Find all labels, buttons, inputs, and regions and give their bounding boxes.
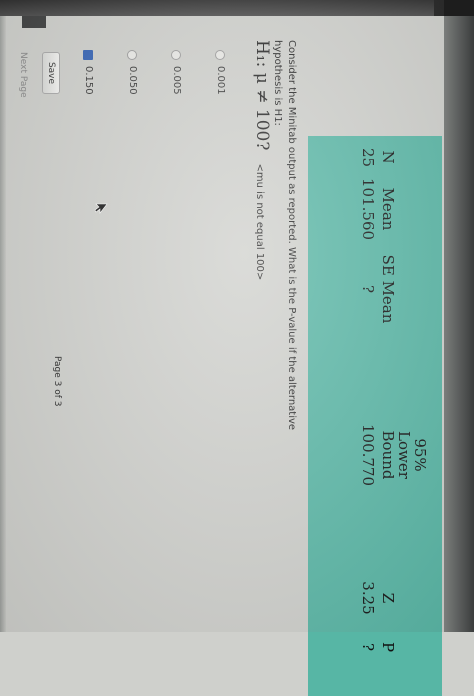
answer-option-2[interactable]: 0.005 (171, 50, 182, 95)
value-lower-bound: 100.770 (359, 423, 377, 487)
value-mean: 101.560 (359, 178, 377, 241)
hypothesis-line: H₁: μ ≠ 100? <mu is not equal 100> (252, 40, 272, 280)
mouse-cursor-icon (94, 203, 108, 214)
answer-option-3[interactable]: 0.050 (127, 50, 138, 95)
radio-button-selected[interactable] (83, 50, 94, 60)
stats-table-body: N Mean SE Mean 95% Lower Bound Z P 25 10… (308, 136, 442, 696)
hypothesis-note: <mu is not equal 100> (254, 163, 265, 281)
monitor-bezel-right (444, 0, 474, 632)
header-lower-line2: Lower (395, 431, 413, 479)
value-z: 3.25 (359, 581, 377, 615)
monitor-bezel-corner (434, 0, 474, 16)
value-n: 25 (359, 148, 377, 168)
value-p: ? (359, 642, 377, 652)
quiz-page: N Mean SE Mean 95% Lower Bound Z P 25 10… (6, 16, 444, 696)
value-se-mean: ? (359, 284, 377, 294)
minitab-output-table: N Mean SE Mean 95% Lower Bound Z P 25 10… (308, 136, 442, 696)
header-mean: Mean (379, 187, 397, 231)
hypothesis-math: H₁: μ ≠ 100? (252, 40, 272, 151)
answer-option-4[interactable]: 0.150 (83, 50, 94, 95)
header-lower-line3: Bound (379, 430, 397, 480)
page-edge (6, 16, 444, 32)
option-label: 0.001 (215, 66, 226, 95)
option-label: 0.005 (171, 66, 182, 95)
monitor-bezel-top (0, 0, 474, 16)
page-counter: Page 3 of 3 (52, 356, 62, 407)
answer-option-1[interactable]: 0.001 (215, 50, 226, 95)
radio-button[interactable] (127, 50, 138, 60)
next-page-button[interactable]: Next Page (18, 52, 28, 98)
radio-button[interactable] (215, 50, 226, 60)
option-label: 0.150 (83, 66, 94, 95)
header-n: N (379, 150, 397, 164)
header-se-mean: SE Mean (379, 254, 397, 324)
header-p: P (379, 641, 397, 653)
radio-button[interactable] (171, 50, 182, 60)
save-button[interactable]: Save (42, 52, 60, 94)
option-label: 0.050 (127, 66, 138, 95)
edge-bar (22, 16, 46, 28)
header-z: Z (379, 592, 397, 604)
question-text: Consider the Minitab output as reported.… (272, 40, 297, 431)
header-lower-line1: 95% (411, 438, 429, 472)
